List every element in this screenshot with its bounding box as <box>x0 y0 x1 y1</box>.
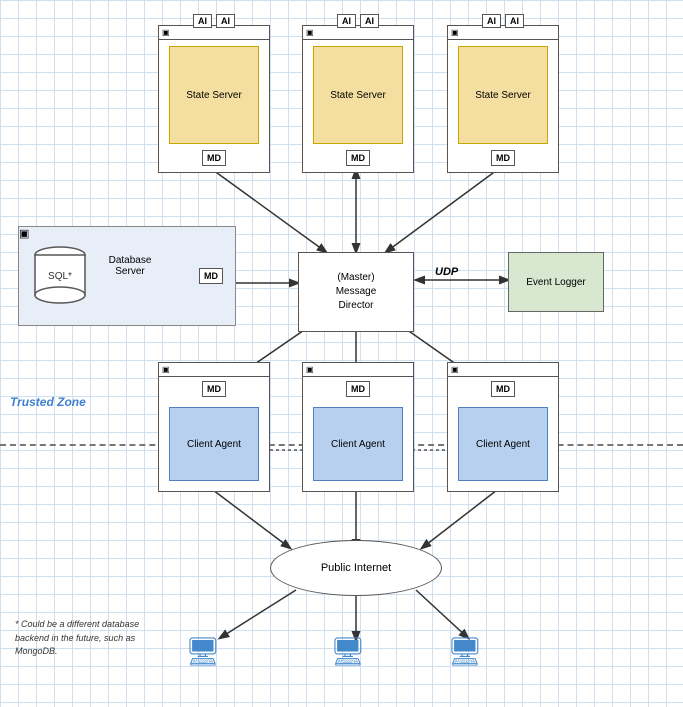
client-agent-3-label: Client Agent <box>458 407 548 481</box>
state-server-2-box: ▣ AI AI State Server MD <box>302 25 414 173</box>
svg-text:SQL*: SQL* <box>48 271 72 282</box>
state-server-2-title-bar: ▣ <box>303 26 413 40</box>
state-server-1-icon: ▣ <box>162 28 170 37</box>
state-server-2-md: MD <box>346 150 370 166</box>
master-director-box: (Master) Message Director <box>298 252 414 332</box>
database-server-label: Database Server <box>95 255 165 277</box>
client-agent-1-label: Client Agent <box>169 407 259 481</box>
state-server-1-title-bar: ▣ <box>159 26 269 40</box>
client-agent-3-title-bar: ▣ <box>448 363 558 377</box>
computer-1-icon: 🖥 <box>185 635 221 668</box>
client-agent-2-title-bar: ▣ <box>303 363 413 377</box>
state-server-2-ai1: AI <box>337 14 356 28</box>
state-server-3-icon: ▣ <box>451 28 459 37</box>
client-agent-1-title-bar: ▣ <box>159 363 269 377</box>
state-server-1-ai1: AI <box>193 14 212 28</box>
trusted-zone-label: Trusted Zone <box>10 395 86 409</box>
client-agent-1-md: MD <box>202 381 226 397</box>
state-server-2-label: State Server <box>313 46 403 144</box>
client-agent-3-md: MD <box>491 381 515 397</box>
database-server-title-bar: ▣ <box>19 227 235 240</box>
state-server-1-box: ▣ AI AI State Server MD <box>158 25 270 173</box>
client-agent-2-md: MD <box>346 381 370 397</box>
state-server-2-icon: ▣ <box>306 28 314 37</box>
state-server-3-ai-badges: AI AI <box>482 14 524 28</box>
client-agent-2-icon: ▣ <box>306 365 314 374</box>
public-internet-label: Public Internet <box>321 562 391 574</box>
state-server-3-ai2: AI <box>505 14 524 28</box>
state-server-1-ai2: AI <box>216 14 235 28</box>
udp-label: UDP <box>435 266 458 278</box>
state-server-3-box: ▣ AI AI State Server MD <box>447 25 559 173</box>
master-director-label: (Master) Message Director <box>336 271 377 313</box>
client-agent-2-box: ▣ MD Client Agent <box>302 362 414 492</box>
event-logger-box: Event Logger <box>508 252 604 312</box>
state-server-1-md: MD <box>202 150 226 166</box>
client-agent-1-icon: ▣ <box>162 365 170 374</box>
state-server-3-ai1: AI <box>482 14 501 28</box>
database-server-icon: ▣ <box>19 228 29 240</box>
database-server-md: MD <box>199 268 223 284</box>
state-server-3-title-bar: ▣ <box>448 26 558 40</box>
computer-2-icon: 🖥 <box>330 635 366 668</box>
client-agent-2-label: Client Agent <box>313 407 403 481</box>
state-server-2-ai2: AI <box>360 14 379 28</box>
state-server-2-ai-badges: AI AI <box>337 14 379 28</box>
state-server-3-label: State Server <box>458 46 548 144</box>
state-server-1-ai-badges: AI AI <box>193 14 235 28</box>
client-agent-1-box: ▣ MD Client Agent <box>158 362 270 492</box>
sql-cylinder: SQL* <box>33 245 87 307</box>
client-agent-3-box: ▣ MD Client Agent <box>447 362 559 492</box>
public-internet-ellipse: Public Internet <box>270 540 442 596</box>
computer-3-icon: 🖥 <box>447 635 483 668</box>
state-server-3-md: MD <box>491 150 515 166</box>
client-agent-3-icon: ▣ <box>451 365 459 374</box>
diagram-canvas: ▣ AI AI State Server MD ▣ AI AI State Se… <box>0 0 683 707</box>
database-server-box: ▣ SQL* Database Server MD <box>18 226 236 326</box>
event-logger-label: Event Logger <box>526 277 586 288</box>
note-text: * Could be a different database backend … <box>15 618 175 659</box>
state-server-1-label: State Server <box>169 46 259 144</box>
